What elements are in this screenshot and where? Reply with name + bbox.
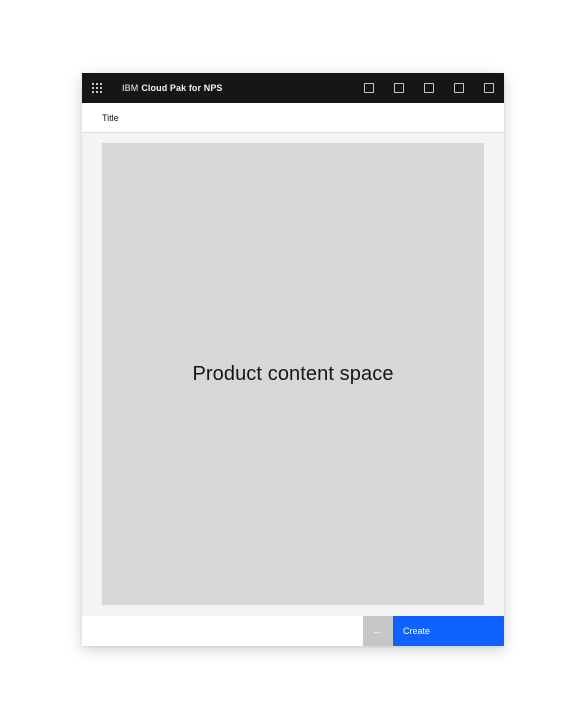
page-title: Title <box>102 112 119 123</box>
square-icon <box>454 83 464 93</box>
create-button-label: Create <box>403 626 431 636</box>
app-window: IBM Cloud Pak for NPS Title Product conte… <box>82 73 504 646</box>
product-name[interactable]: IBM Cloud Pak for NPS <box>122 83 223 93</box>
header-action-5[interactable] <box>474 73 504 103</box>
footer-spacer <box>82 616 363 646</box>
brand-prefix: IBM <box>122 83 139 93</box>
brand-product: Cloud Pak for NPS <box>141 83 223 93</box>
header-action-2[interactable] <box>384 73 414 103</box>
create-button[interactable]: Create <box>393 616 504 646</box>
square-icon <box>484 83 494 93</box>
top-nav-bar: IBM Cloud Pak for NPS <box>82 73 504 103</box>
header-action-3[interactable] <box>414 73 444 103</box>
app-switcher-button[interactable] <box>82 73 112 103</box>
grid-icon <box>92 83 102 93</box>
content-placeholder-label: Product content space <box>192 362 394 385</box>
square-icon <box>364 83 374 93</box>
header-actions <box>354 73 504 103</box>
square-icon <box>424 83 434 93</box>
action-footer: ← Create <box>82 616 504 646</box>
product-content-area: Product content space <box>102 143 484 605</box>
back-button[interactable]: ← <box>363 616 393 646</box>
header-action-1[interactable] <box>354 73 384 103</box>
square-icon <box>394 83 404 93</box>
header-action-4[interactable] <box>444 73 474 103</box>
arrow-left-icon: ← <box>372 625 384 637</box>
page-header: Title <box>82 103 504 133</box>
